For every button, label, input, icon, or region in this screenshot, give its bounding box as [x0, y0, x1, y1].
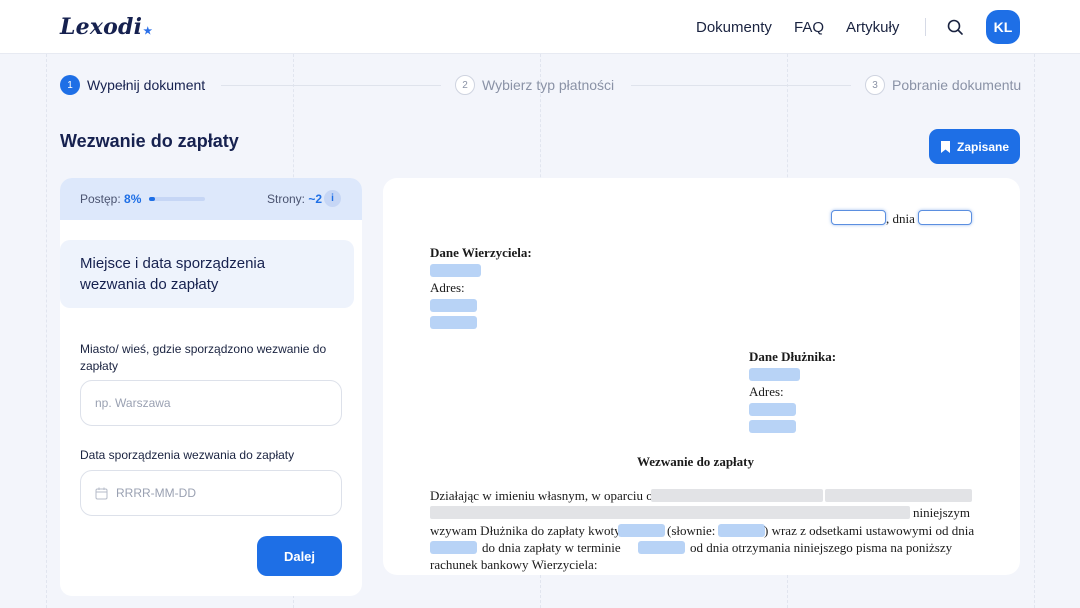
legal-basis-placeholder[interactable]	[430, 506, 910, 519]
creditor-address-label: Adres:	[430, 280, 465, 295]
debtor-heading: Dane Dłużnika:	[749, 349, 837, 364]
creditor-heading: Dane Wierzyciela:	[430, 245, 532, 260]
step-connector	[221, 85, 441, 86]
date-placeholder-field[interactable]	[918, 210, 972, 225]
deadline-placeholder[interactable]	[638, 541, 685, 554]
top-header: Lexodi★ Dokumenty FAQ Artykuły KL	[0, 0, 1080, 54]
debtor-address-label: Adres:	[749, 384, 784, 399]
document-title: Wezwanie do zapłaty	[637, 454, 754, 469]
nav-faq[interactable]: FAQ	[794, 19, 824, 36]
city-input-placeholder: np. Warszawa	[95, 396, 171, 410]
doc-paragraph-line: ) wraz z odsetkami ustawowymi od dnia	[764, 523, 975, 538]
pages-value: ~2	[308, 192, 323, 206]
document-preview: , dnia Dane Wierzyciela: Adres: Dane Dłu…	[383, 178, 1020, 575]
doc-paragraph-line: wzywam Dłużnika do zapłaty kwoty	[430, 523, 621, 538]
legal-basis-placeholder[interactable]	[825, 489, 972, 502]
nav-dokumenty[interactable]: Dokumenty	[696, 19, 772, 36]
doc-paragraph-line: niniejszym	[913, 505, 971, 520]
debtor-address-placeholder[interactable]	[749, 420, 796, 433]
logo[interactable]: Lexodi★	[60, 14, 152, 40]
pages-text: Strony: ~2	[267, 192, 323, 206]
amount-words-placeholder[interactable]	[718, 524, 765, 537]
doc-paragraph-line: od dnia otrzymania niniejszego pisma na …	[690, 540, 953, 555]
city-placeholder-field[interactable]	[831, 210, 886, 225]
nav-artykuly[interactable]: Artykuły	[846, 19, 899, 36]
progress-bar: Postęp: 8% Strony: ~2 i	[60, 178, 362, 220]
date-input[interactable]: RRRR-MM-DD	[80, 470, 342, 516]
doc-paragraph-line: Działając w imieniu własnym, w oparciu o	[430, 488, 653, 503]
step-connector	[631, 85, 851, 86]
date-field-label: Data sporządzenia wezwania do zapłaty	[80, 448, 295, 462]
search-icon[interactable]	[946, 18, 964, 36]
progress-track	[149, 197, 205, 201]
guide-line	[1034, 54, 1035, 608]
progress-text: Postęp: 8%	[80, 192, 142, 206]
creditor-address-placeholder[interactable]	[430, 316, 477, 329]
city-field-label: Miasto/ wieś, gdzie sporządzono wezwanie…	[80, 342, 327, 373]
logo-star-icon: ★	[143, 26, 153, 37]
step-2-number: 2	[455, 75, 475, 95]
step-2-label: Wybierz typ płatności	[482, 77, 615, 93]
date-separator: , dnia	[886, 211, 915, 226]
page-title: Wezwanie do zapłaty	[60, 131, 239, 151]
amount-placeholder[interactable]	[618, 524, 665, 537]
legal-basis-placeholder[interactable]	[651, 489, 823, 502]
creditor-name-placeholder[interactable]	[430, 264, 481, 277]
nav-separator	[925, 18, 926, 36]
debtor-name-placeholder[interactable]	[749, 368, 800, 381]
user-avatar[interactable]: KL	[986, 10, 1020, 44]
debtor-address-placeholder[interactable]	[749, 403, 796, 416]
doc-paragraph-line: do dnia zapłaty w terminie	[482, 540, 621, 555]
form-panel: Postęp: 8% Strony: ~2 i Miejsce i data s…	[60, 178, 362, 596]
city-input[interactable]: np. Warszawa	[80, 380, 342, 426]
saved-button-label: Zapisane	[956, 139, 1010, 154]
interest-date-placeholder[interactable]	[430, 541, 477, 554]
step-1-number: 1	[60, 75, 80, 95]
progress-value: 8%	[124, 192, 142, 206]
creditor-address-placeholder[interactable]	[430, 299, 477, 312]
doc-paragraph-line: rachunek bankowy Wierzyciela:	[430, 557, 598, 572]
section-title-card: Miejsce i data sporządzenia wezwania do …	[60, 240, 354, 308]
bookmark-icon	[940, 140, 950, 153]
guide-line	[46, 54, 47, 608]
doc-paragraph-line: (słownie:	[667, 523, 716, 538]
step-3-number: 3	[865, 75, 885, 95]
calendar-icon	[95, 487, 108, 499]
step-1-label: Wypełnij dokument	[87, 77, 206, 93]
date-input-placeholder: RRRR-MM-DD	[116, 486, 196, 500]
saved-button[interactable]: Zapisane	[929, 129, 1020, 164]
progress-fill	[149, 197, 155, 201]
next-button[interactable]: Dalej	[257, 536, 342, 576]
step-3-label: Pobranie dokumentu	[892, 77, 1022, 93]
info-icon[interactable]: i	[324, 190, 341, 207]
